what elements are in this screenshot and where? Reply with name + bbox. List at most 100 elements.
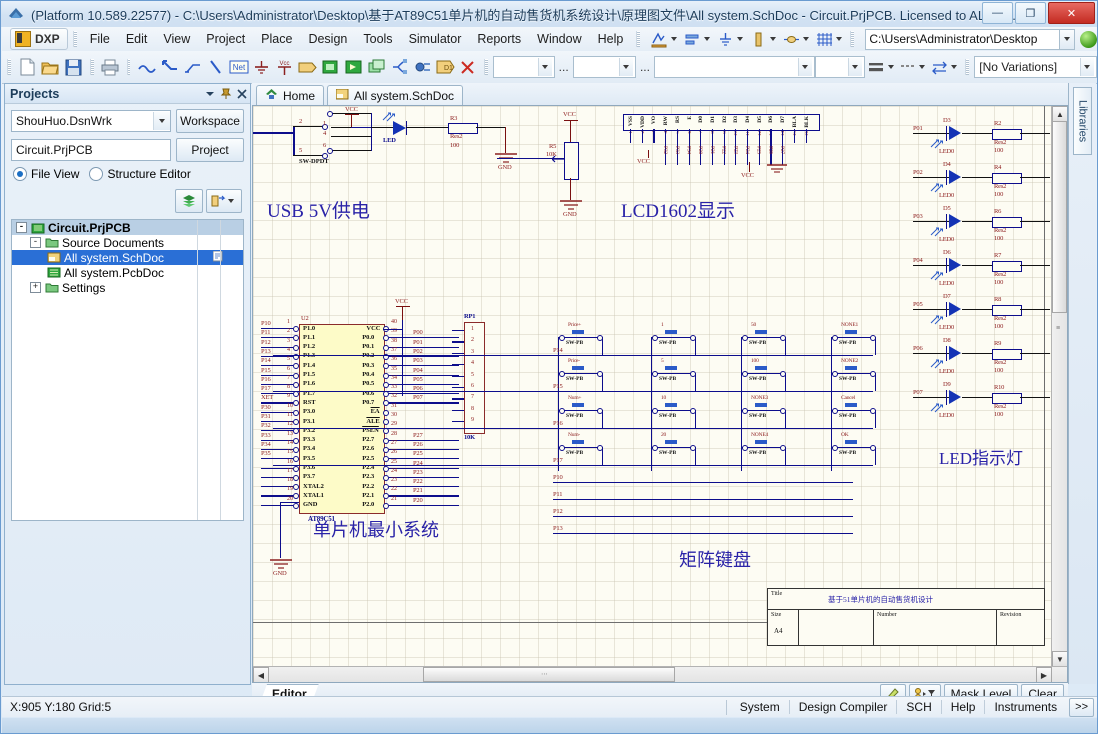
horizontal-scroll-thumb[interactable] xyxy=(423,667,675,682)
status-button-system[interactable]: System xyxy=(731,698,789,717)
place-bus-entry-icon[interactable] xyxy=(181,55,204,79)
status-button-design-compiler[interactable]: Design Compiler xyxy=(790,698,897,717)
grids-icon[interactable] xyxy=(814,29,834,49)
ellipsis-button-1[interactable]: ... xyxy=(555,60,573,74)
place-part-icon[interactable] xyxy=(411,55,434,79)
menu-project[interactable]: Project xyxy=(198,29,253,49)
dock-tab-libraries[interactable]: Libraries xyxy=(1073,87,1092,155)
tree-expander[interactable]: + xyxy=(30,282,41,293)
unknown-combo-4[interactable] xyxy=(815,56,865,78)
arrow-style-chevron-down-icon[interactable] xyxy=(951,65,957,69)
unknown-combo-2[interactable] xyxy=(573,56,636,78)
canvas-vertical-scrollbar[interactable]: ▲ ≡ ▼ xyxy=(1051,106,1067,682)
tree-item-all-system-pcbdoc[interactable]: All system.PcbDoc xyxy=(12,265,243,280)
simulation-sources-icon[interactable] xyxy=(781,29,801,49)
panel-menu-chevron-down-icon[interactable] xyxy=(202,86,218,102)
radio-structure-editor[interactable]: Structure Editor xyxy=(89,167,190,181)
vertical-scroll-thumb[interactable] xyxy=(1052,121,1067,313)
workspace-button[interactable]: Workspace xyxy=(176,109,244,133)
menu-place[interactable]: Place xyxy=(253,29,300,49)
line-width-chevron-down-icon[interactable] xyxy=(888,65,894,69)
digital-objects-chevron-down-icon[interactable] xyxy=(770,37,776,41)
schematic-canvas-container[interactable]: 2 5 1 4 6 SW-DPDT VCC xyxy=(252,105,1068,683)
delete-icon[interactable] xyxy=(457,55,480,79)
menu-file[interactable]: File xyxy=(82,29,118,49)
line-style-chevron-down-icon[interactable] xyxy=(919,65,925,69)
place-bus-icon[interactable] xyxy=(158,55,181,79)
tab-all-system-schdoc[interactable]: All system.SchDoc xyxy=(327,85,463,105)
menu-design[interactable]: Design xyxy=(300,29,355,49)
open-document-icon[interactable] xyxy=(39,55,62,79)
drawing-tools-icon[interactable] xyxy=(649,29,669,49)
project-button[interactable]: Project xyxy=(176,138,244,162)
unknown-combo-1[interactable] xyxy=(493,56,554,78)
close-button[interactable]: ✕ xyxy=(1048,2,1095,24)
tree-expander[interactable]: - xyxy=(16,222,27,233)
place-sheet-entry-icon[interactable] xyxy=(342,55,365,79)
workspace-chevron-down-icon[interactable] xyxy=(153,112,170,130)
power-port-chevron-down-icon[interactable] xyxy=(737,37,743,41)
compile-button[interactable] xyxy=(175,189,203,213)
scroll-right-arrow-icon[interactable]: ▶ xyxy=(1036,667,1052,683)
unknown-combo-3[interactable] xyxy=(654,56,815,78)
dxp-menu-button[interactable]: DXP xyxy=(10,28,68,50)
menu-simulator[interactable]: Simulator xyxy=(401,29,470,49)
place-device-sheet-icon[interactable] xyxy=(365,55,388,79)
workspace-field[interactable]: ShouHuo.DsnWrk xyxy=(11,110,171,132)
output-path-chevron-down-icon[interactable] xyxy=(1060,29,1075,50)
menu-help[interactable]: Help xyxy=(590,29,632,49)
place-net-label-icon[interactable]: Net xyxy=(227,55,250,79)
place-wire-icon[interactable] xyxy=(135,55,158,79)
grids-chevron-down-icon[interactable] xyxy=(836,37,842,41)
new-document-icon[interactable] xyxy=(16,55,39,79)
power-port-icon[interactable] xyxy=(715,29,735,49)
place-line-icon[interactable] xyxy=(204,55,227,79)
alignment-tools-chevron-down-icon[interactable] xyxy=(704,37,710,41)
project-field[interactable]: Circuit.PrjPCB xyxy=(11,139,171,161)
schematic-canvas[interactable]: 2 5 1 4 6 SW-DPDT VCC xyxy=(253,106,1053,666)
tree-item-circuit-prjpcb[interactable]: - Circuit.PrjPCB xyxy=(12,220,243,235)
status-more-button[interactable]: >> xyxy=(1069,698,1094,717)
panel-pin-icon[interactable] xyxy=(218,86,234,102)
radio-file-view[interactable]: File View xyxy=(13,167,79,181)
line-width-icon[interactable] xyxy=(865,55,888,79)
place-gnd-port-icon[interactable] xyxy=(250,55,273,79)
save-icon[interactable] xyxy=(62,55,85,79)
arrow-style-icon[interactable] xyxy=(928,55,951,79)
menu-window[interactable]: Window xyxy=(529,29,589,49)
scroll-up-arrow-icon[interactable]: ▲ xyxy=(1052,106,1068,122)
tree-item-all-system-schdoc[interactable]: All system.SchDoc xyxy=(12,250,243,265)
place-vcc-port-icon[interactable]: Vcc xyxy=(273,55,296,79)
menu-tools[interactable]: Tools xyxy=(355,29,400,49)
alignment-tools-icon[interactable] xyxy=(682,29,702,49)
scroll-down-arrow-icon[interactable]: ▼ xyxy=(1052,651,1068,667)
print-icon[interactable] xyxy=(99,55,122,79)
simulation-sources-chevron-down-icon[interactable] xyxy=(803,37,809,41)
tab-home[interactable]: Home xyxy=(256,85,324,105)
canvas-horizontal-scrollbar[interactable]: ◀ ⋯ ▶ xyxy=(253,666,1067,682)
tree-item-settings[interactable]: + Settings xyxy=(12,280,243,295)
tree-expander[interactable]: - xyxy=(30,237,41,248)
status-button-sch[interactable]: SCH xyxy=(897,698,940,717)
line-style-icon[interactable] xyxy=(897,55,920,79)
place-port-icon[interactable] xyxy=(296,55,319,79)
tree-item-source-documents[interactable]: - Source Documents xyxy=(12,235,243,250)
status-button-instruments[interactable]: Instruments xyxy=(985,698,1066,717)
ellipsis-button-2[interactable]: ... xyxy=(636,60,654,74)
digital-objects-icon[interactable] xyxy=(748,29,768,49)
output-path-field[interactable]: C:\Users\Administrator\Desktop xyxy=(865,29,1060,50)
help-orb-icon[interactable] xyxy=(1080,31,1097,48)
place-sheet-symbol-icon[interactable] xyxy=(319,55,342,79)
menu-view[interactable]: View xyxy=(155,29,198,49)
variations-combo[interactable]: [No Variations] xyxy=(974,56,1097,78)
menu-reports[interactable]: Reports xyxy=(469,29,529,49)
drawing-tools-chevron-down-icon[interactable] xyxy=(671,37,677,41)
scroll-left-arrow-icon[interactable]: ◀ xyxy=(253,667,269,683)
open-project-button[interactable] xyxy=(206,189,242,213)
panel-close-icon[interactable] xyxy=(234,86,250,102)
project-tree[interactable]: - Circuit.PrjPCB - Source Documents xyxy=(11,219,244,521)
minimize-button[interactable]: — xyxy=(982,2,1013,24)
status-button-help[interactable]: Help xyxy=(942,698,985,717)
menu-edit[interactable]: Edit xyxy=(118,29,156,49)
place-harness-icon[interactable] xyxy=(388,55,411,79)
